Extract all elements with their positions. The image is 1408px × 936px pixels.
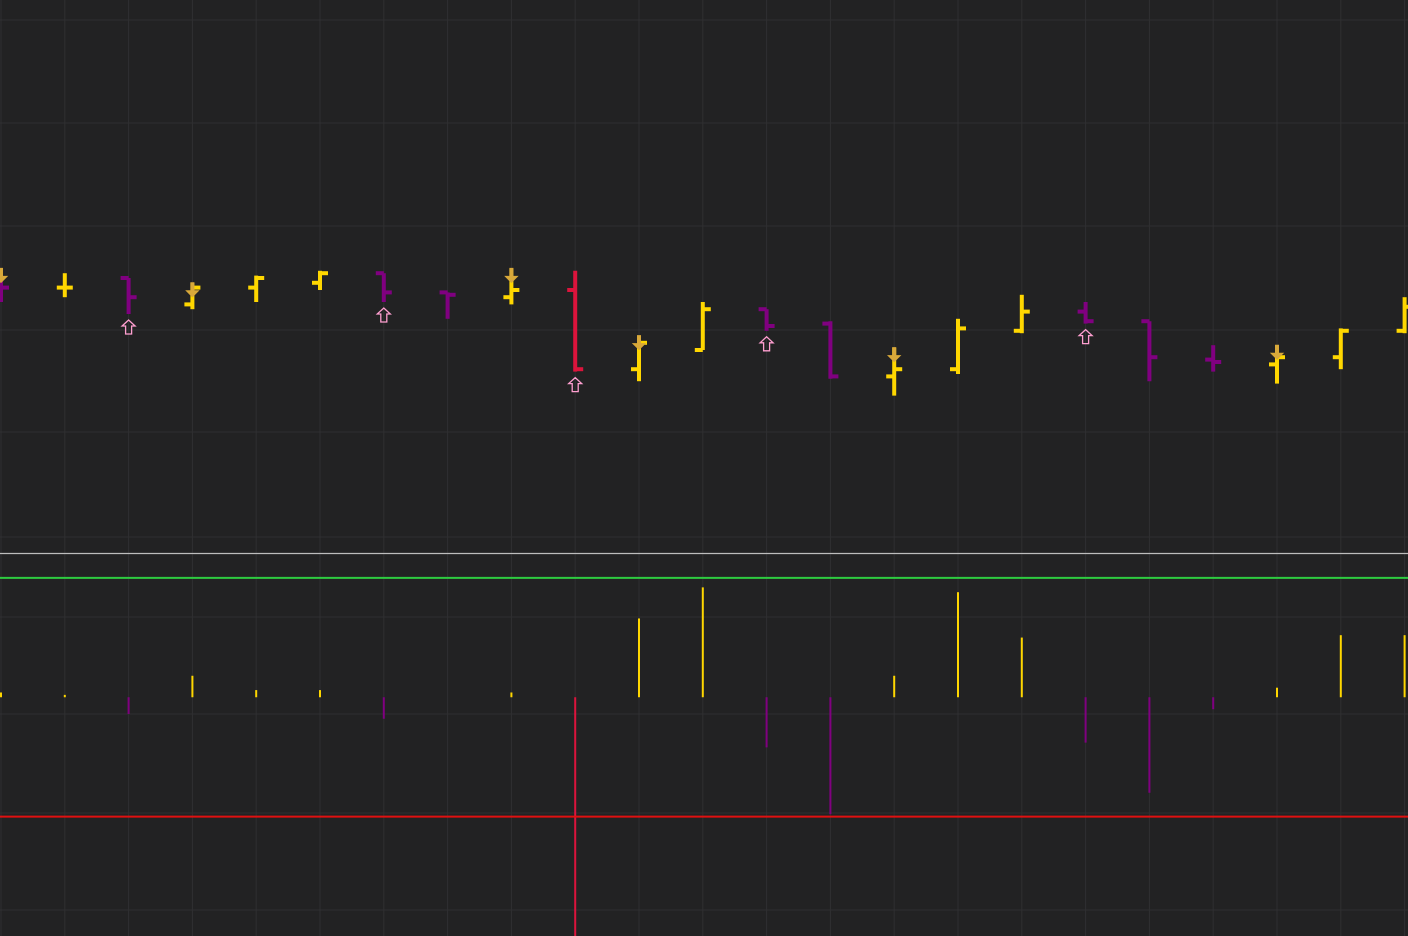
ohlc-bar [312,270,328,290]
gridlines [0,0,1408,936]
ohlc-bar [758,307,775,331]
chart-area [0,0,1408,936]
ohlc-bar [1396,297,1408,334]
chart-canvas [0,0,1408,936]
ohlc-bar [439,290,456,319]
ohlc-bar [694,302,711,352]
ohlc-bar [1013,294,1030,334]
ohlc-bar [248,275,265,302]
signal-down-arrow-icon [886,347,902,363]
ohlc-bar [120,276,137,314]
price-pane [0,267,1408,396]
ohlc-bar [56,273,73,298]
ohlc-bar [1332,328,1349,370]
oscillator-pane [0,576,1408,936]
ohlc-bar [375,271,392,302]
ohlc-bar [950,318,966,374]
signal-down-arrow-icon [0,267,9,284]
ohlc-bar [567,270,584,372]
signal-down-arrow-icon [185,282,200,298]
signal-down-arrow-icon [504,267,519,284]
ohlc-bar [1077,302,1094,324]
ohlc-bar [1205,345,1222,372]
